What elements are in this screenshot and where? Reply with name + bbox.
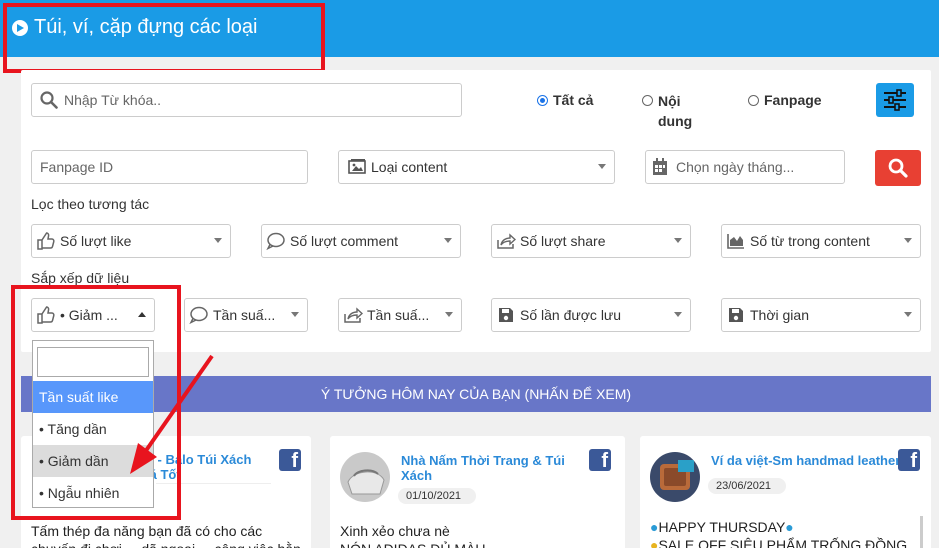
comments-select-value: Số lượt comment [290,233,399,249]
date-placeholder: Chọn ngày tháng... [676,159,795,175]
time-sort-select[interactable]: Thời gian [721,298,921,332]
comment-sort-value: Tần suấ... [213,307,276,323]
image-icon [347,157,367,177]
thumbs-up-icon [36,231,56,251]
card-text: Xinh xẻo chưa nè NÓN ADIDAS ĐỦ MÀU [340,522,610,548]
floppy-disk-icon [496,305,516,325]
advanced-filter-button[interactable] [876,83,914,117]
words-select-value: Số từ trong content [750,233,870,249]
annotation-box-title [3,3,325,73]
words-select[interactable]: Số từ trong content [721,224,921,258]
card-text-line: Xinh xẻo chưa nè [340,523,450,539]
card-date: 01/10/2021 [398,488,476,504]
radio-content-label: Nội dung [658,93,693,129]
interaction-filter-label: Lọc theo tương tác [31,196,150,212]
radio-all[interactable]: Tất cả [537,92,593,108]
radio-all-indicator[interactable] [537,95,548,106]
radio-fanpage-label: Fanpage [764,92,822,108]
chevron-down-icon [214,238,222,243]
wave-emoji-icon: ● [785,519,794,535]
speech-bubble-icon [266,231,286,251]
page-avatar [340,452,390,502]
calendar-icon [652,158,668,176]
facebook-icon[interactable]: f [279,449,301,471]
magnifier-icon [40,91,58,109]
sliders-icon [884,89,906,111]
saves-sort-select[interactable]: Số lần được lưu [491,298,691,332]
card-page-name-line: Xách [401,468,433,483]
search-button[interactable] [875,150,921,186]
post-card[interactable]: Nhà Nấm Thời Trang & Túi Xách 01/10/2021… [330,436,625,548]
saves-sort-value: Số lần được lưu [520,307,622,323]
chevron-down-icon [444,238,452,243]
facebook-icon[interactable]: f [898,449,920,471]
chevron-down-icon [674,312,682,317]
shares-select[interactable]: Số lượt share [491,224,691,258]
time-sort-value: Thời gian [750,307,809,323]
area-chart-icon [726,231,746,251]
card-page-name[interactable]: Ví da việt-Sm handmad leather [711,453,900,468]
floppy-disk-icon [726,305,746,325]
shares-select-value: Số lượt share [520,233,606,249]
likes-select-value: Số lượt like [60,233,132,249]
date-picker[interactable]: Chọn ngày tháng... [645,150,845,184]
fanpage-id-placeholder: Fanpage ID [40,159,114,175]
annotation-box-sort [11,285,181,520]
card-text: Tấm thép đa năng bạn đã có cho các chuyế… [31,522,301,548]
share-sort-select[interactable]: Tần suấ... [338,298,462,332]
card-text-segment: SALE OFF SIÊU PHẨM TRỐNG ĐỒNG [658,537,908,548]
chevron-down-icon [904,238,912,243]
comment-sort-select[interactable]: Tần suấ... [184,298,308,332]
card-page-name-line: Ví da việt-Sm handmad leather [711,453,901,468]
radio-content[interactable]: Nội dung [642,92,712,131]
card-text-line: ●HAPPY THURSDAY● [650,518,920,536]
sort-label: Sắp xếp dữ liệu [31,270,130,286]
card-page-name[interactable]: Nhà Nấm Thời Trang & Túi Xách [401,453,565,483]
card-page-name-line: Nhà Nấm Thời Trang & Túi [401,453,565,468]
post-card[interactable]: Ví da việt-Sm handmad leather 23/06/2021… [640,436,931,548]
chevron-down-icon [674,238,682,243]
speech-bubble-icon [189,305,209,325]
share-sort-value: Tần suấ... [367,307,430,323]
radio-fanpage-indicator[interactable] [748,95,759,106]
likes-select[interactable]: Số lượt like [31,224,231,258]
comments-select[interactable]: Số lượt comment [261,224,461,258]
ideas-banner-text: Ý TƯỞNG HÔM NAY CỦA BẠN (NHẤN ĐỂ XEM) [320,386,632,402]
card-scrollbar[interactable] [920,516,923,548]
chevron-down-icon [598,164,606,169]
card-date: 23/06/2021 [708,478,786,494]
radio-all-label: Tất cả [553,92,594,108]
card-text-line: ●SALE OFF SIÊU PHẨM TRỐNG ĐỒNG [650,536,920,548]
fanpage-id-field[interactable]: Fanpage ID [31,150,308,184]
share-arrow-icon [496,231,516,251]
card-text-line: NÓN ADIDAS ĐỦ MÀU [340,540,610,548]
radio-content-indicator[interactable] [642,95,653,106]
share-arrow-icon [343,305,363,325]
magnifier-icon [888,158,908,178]
radio-fanpage[interactable]: Fanpage [748,92,822,108]
card-text-line: Tấm thép đa năng bạn đã có cho các [31,523,263,539]
chevron-down-icon [291,312,299,317]
facebook-icon[interactable]: f [589,449,611,471]
content-type-value: Loại content [371,159,448,175]
chevron-down-icon [904,312,912,317]
card-text: ●HAPPY THURSDAY● ●SALE OFF SIÊU PHẨM TRỐ… [650,518,920,548]
chevron-down-icon [445,312,453,317]
card-text-line: chuyến đi chơi ... dã ngoại ... công việ… [31,540,301,548]
search-placeholder: Nhập Từ khóa.. [64,92,162,108]
card-text-segment: HAPPY THURSDAY [658,519,786,535]
content-type-select[interactable]: Loại content [338,150,615,184]
page-avatar [650,452,700,502]
search-input[interactable]: Nhập Từ khóa.. [31,83,462,117]
